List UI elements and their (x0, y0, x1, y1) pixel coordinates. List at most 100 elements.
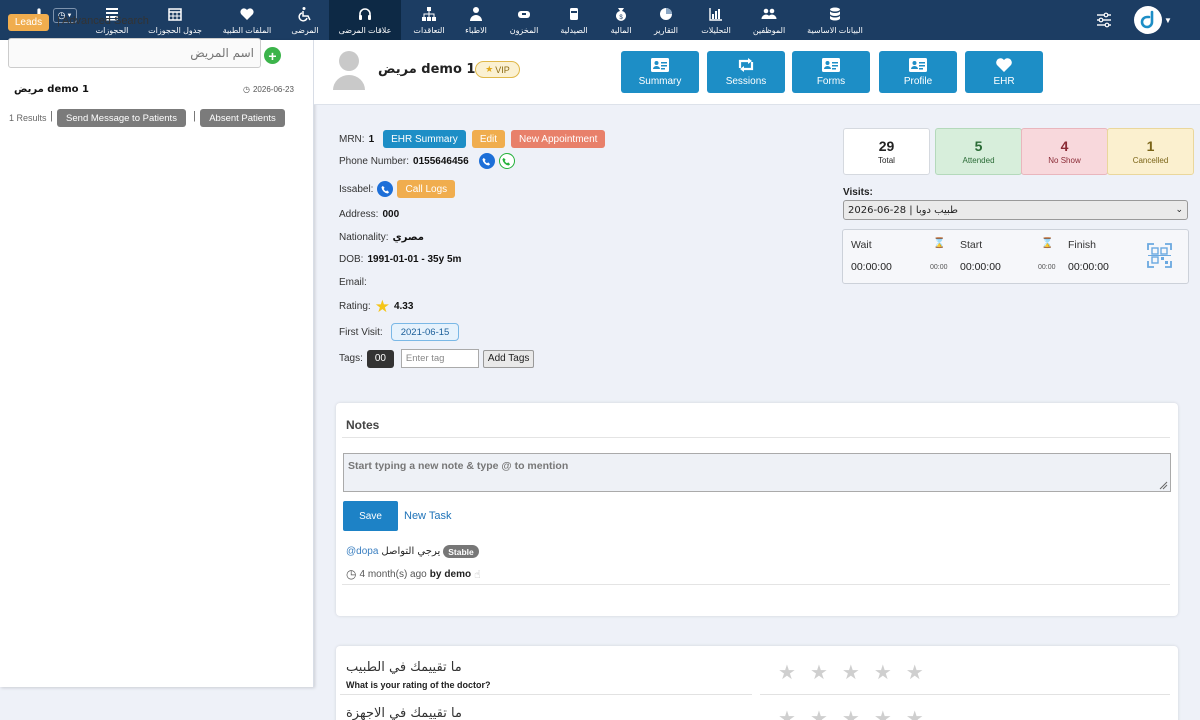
add-patient-button[interactable]: + (264, 47, 281, 64)
note-text: يرجي التواصل (381, 546, 441, 557)
id-card-icon (651, 58, 669, 72)
nav-reports[interactable]: التقارير (650, 0, 682, 40)
nav-label: المخزون (509, 25, 539, 35)
visits-select[interactable]: 2026-06-28 | طبيب دوبا ⌄ (843, 200, 1188, 220)
nav-medical-files[interactable]: الملفات الطبية (218, 0, 276, 40)
note-time: 4 month(s) ago (359, 568, 427, 580)
divider (342, 437, 1170, 438)
nav-analytics[interactable]: التحليلات (698, 0, 734, 40)
phone-call-icon[interactable] (478, 153, 495, 169)
note-author: demo (444, 568, 472, 580)
star-icon[interactable]: ★ (778, 706, 796, 720)
calendar-icon (168, 7, 182, 21)
phone-call-icon[interactable] (377, 181, 394, 197)
mrn-value: 1 (368, 133, 375, 145)
add-tags-button[interactable]: Add Tags (482, 349, 535, 368)
equipment-rating-stars[interactable]: ★ ★ ★ ★ ★ (778, 706, 924, 720)
note-mention[interactable]: @dopa (346, 546, 378, 557)
nav-master-data[interactable]: البيانات الاساسية (806, 0, 864, 40)
nav-contracts[interactable]: التعاقدات (409, 0, 449, 40)
caret-down-icon[interactable]: ▼ (1164, 16, 1172, 25)
hand-pointer-icon[interactable]: ☝ (474, 568, 481, 581)
nav-inventory[interactable]: المخزون (508, 0, 540, 40)
star-icon[interactable]: ★ (906, 706, 924, 720)
star-icon[interactable]: ★ (874, 706, 892, 720)
nav-patients[interactable]: المرضى (287, 0, 323, 40)
save-note-button[interactable]: Save (343, 501, 398, 531)
search-result-date-text: 2026-06-23 (252, 85, 294, 94)
patient-name-search-input[interactable] (8, 38, 261, 68)
whatsapp-icon[interactable] (498, 153, 515, 169)
nav-finance[interactable]: $ المالية (605, 0, 637, 40)
start-duration: 00:00 (1038, 264, 1056, 271)
tab-profile[interactable]: Profile (879, 51, 957, 93)
address-row: Address: 000 (339, 209, 399, 220)
tab-sessions[interactable]: Sessions (707, 51, 785, 93)
divider (760, 694, 1170, 695)
tab-summary[interactable]: Summary (621, 51, 699, 93)
start-label: Start (960, 239, 983, 251)
patient-search-panel (0, 40, 314, 687)
finish-time: 00:00:00 (1068, 261, 1109, 273)
stat-label: Cancelled (1132, 156, 1169, 165)
star-icon[interactable]: ★ (778, 660, 796, 685)
tag-chip[interactable]: 00 (366, 349, 394, 368)
advanced-search-link[interactable]: Advanced Search (62, 15, 149, 27)
leads-button[interactable]: Leads (8, 14, 49, 31)
new-task-link[interactable]: New Task (404, 510, 451, 522)
wait-duration: 00:00 (930, 264, 948, 271)
note-textarea[interactable]: Start typing a new note & type @ to ment… (343, 453, 1171, 492)
tab-label: Profile (903, 76, 933, 87)
ehr-summary-button[interactable]: EHR Summary (383, 130, 466, 148)
account-avatar[interactable] (1134, 6, 1162, 34)
separator: | (50, 110, 53, 122)
search-result-patient-name[interactable]: مريض demo 1 (14, 84, 89, 95)
star-icon[interactable]: ★ (874, 660, 892, 685)
settings-sliders-icon[interactable] (1096, 12, 1112, 28)
divider (340, 694, 752, 695)
stat-label: Total (878, 156, 895, 165)
tab-ehr[interactable]: EHR (965, 51, 1043, 93)
dob-value: 1991-01-01 - 35y 5m (367, 254, 462, 265)
rating-value: 4.33 (393, 301, 414, 312)
start-time: 00:00:00 (960, 261, 1001, 273)
nav-label: التحليلات (701, 25, 731, 35)
call-logs-button[interactable]: Call Logs (397, 180, 456, 198)
plus-icon: + (268, 47, 277, 64)
clock-icon: ◷ (346, 567, 357, 581)
nav-label: التقارير (653, 25, 679, 35)
sitemap-icon (422, 6, 436, 21)
doctor-rating-stars[interactable]: ★ ★ ★ ★ ★ (778, 660, 924, 685)
tag-input[interactable]: Enter tag (400, 349, 479, 368)
divider (342, 584, 1170, 585)
star-icon[interactable]: ★ (810, 706, 828, 720)
send-message-button[interactable]: Send Message to Patients (57, 109, 186, 127)
mrn-label: MRN: (339, 133, 365, 145)
new-appointment-button[interactable]: New Appointment (511, 130, 606, 148)
nav-label: البيانات الاساسية (807, 25, 863, 35)
star-icon[interactable]: ★ (810, 660, 828, 685)
star-icon[interactable]: ★ (842, 706, 860, 720)
nav-pharmacy[interactable]: الصيدلية (556, 0, 592, 40)
nav-employees[interactable]: الموظفين (750, 0, 788, 40)
qr-code-icon[interactable] (1147, 243, 1172, 268)
nav-doctors[interactable]: الاطباء (461, 0, 491, 40)
nav-patient-relations[interactable]: علاقات المرضى (329, 0, 401, 40)
star-icon[interactable]: ★ (842, 660, 860, 685)
tab-forms[interactable]: Forms (792, 51, 870, 93)
resize-handle-icon[interactable] (1159, 481, 1168, 490)
nav-booking-schedule[interactable]: جدول الحجوزات (145, 0, 205, 40)
phone-row: Phone Number: 0155646456 (339, 153, 515, 169)
absent-patients-button[interactable]: Absent Patients (200, 109, 285, 127)
edit-button[interactable]: Edit (471, 130, 506, 148)
pharmacy-icon (570, 7, 578, 20)
nav-label: جدول الحجوزات (148, 25, 202, 35)
rating-question-english: What is your rating of the doctor? (346, 680, 491, 690)
stat-value: 4 (1060, 138, 1069, 154)
star-icon[interactable]: ★ (906, 660, 924, 685)
stat-no-show: 4 No Show (1021, 128, 1108, 175)
nav-label: التعاقدات (413, 25, 445, 35)
mrn-row: MRN: 1 EHR Summary Edit New Appointment (339, 130, 606, 148)
patient-name: مريض demo 1 (378, 62, 476, 77)
bar-chart-icon (709, 7, 722, 21)
